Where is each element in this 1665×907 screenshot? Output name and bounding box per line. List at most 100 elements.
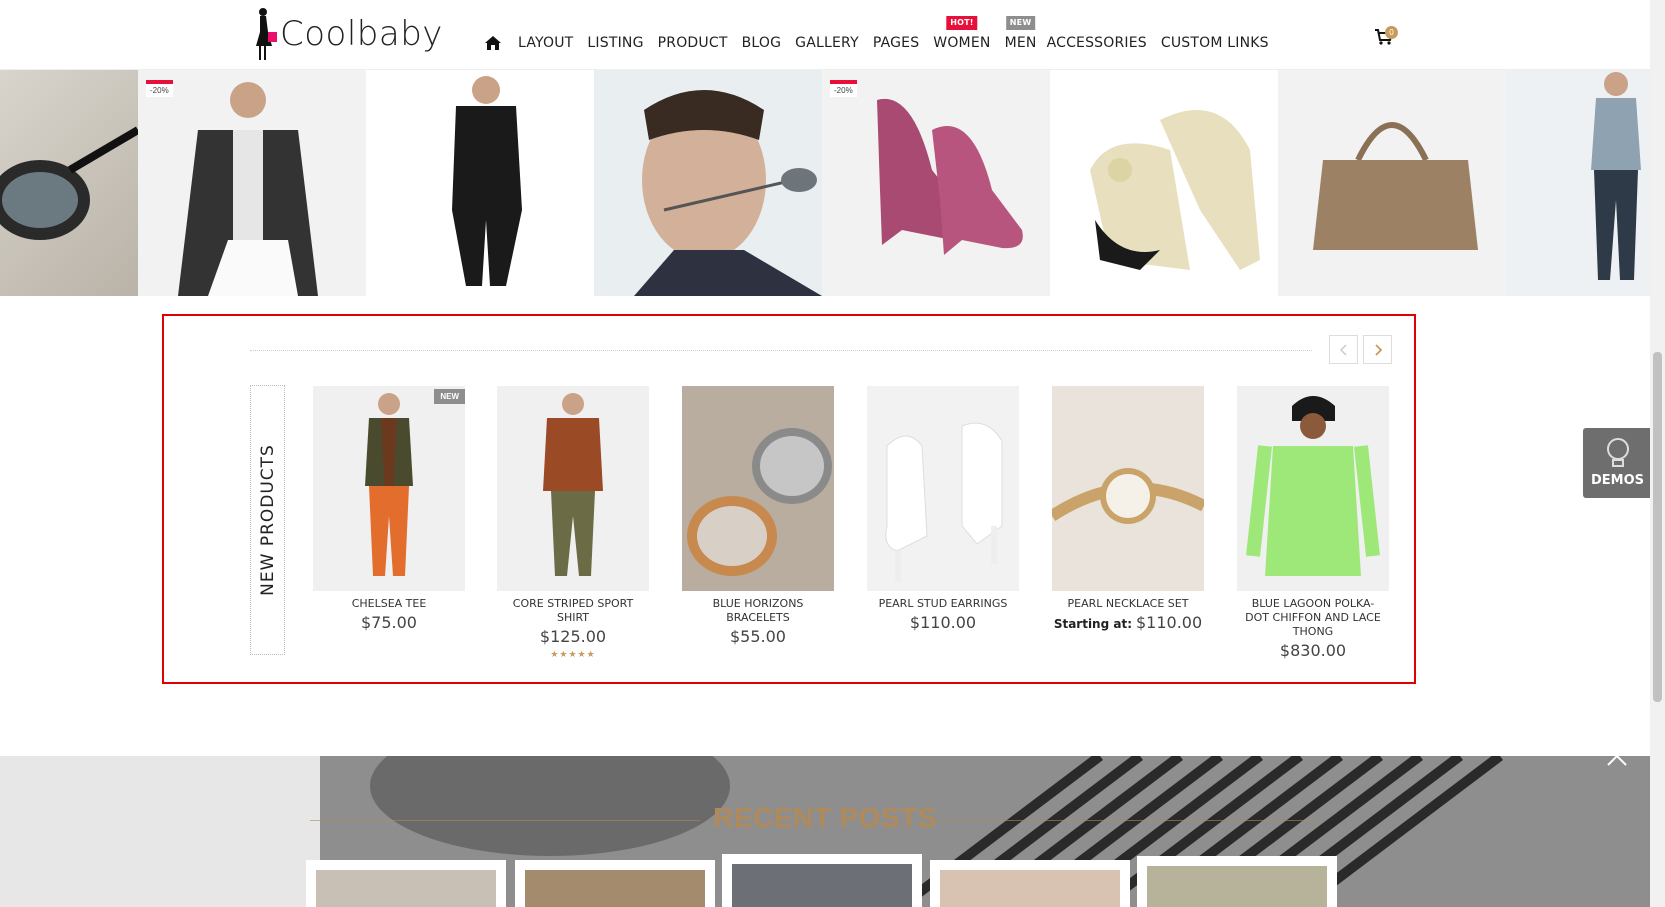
blue-horizons-bracelets-image — [682, 386, 834, 591]
sunglasses-image — [0, 126, 138, 240]
product-name[interactable]: CORE STRIPED SPORT SHIRT — [497, 597, 649, 625]
product-name[interactable]: CHELSEA TEE — [313, 597, 465, 611]
product-card[interactable]: CORE STRIPED SPORT SHIRT $125.00 ★★★★★ — [497, 386, 649, 660]
nav-item-blog[interactable]: BLOG — [742, 35, 782, 51]
product-card[interactable]: BLUE LAGOON POLKA-DOT CHIFFON AND LACE T… — [1237, 386, 1389, 660]
post-card[interactable] — [306, 860, 506, 907]
post-card[interactable] — [930, 860, 1130, 907]
new-products-heading: NEW PRODUCTS — [257, 444, 278, 596]
product-name[interactable]: BLUE HORIZONS BRACELETS — [682, 597, 834, 625]
logo-figure-icon — [256, 8, 277, 60]
product-image[interactable] — [1237, 386, 1389, 591]
prev-button[interactable] — [1329, 335, 1358, 364]
banner-tile-sunglasses[interactable] — [0, 70, 138, 296]
product-card[interactable]: BLUE HORIZONS BRACELETS $55.00 — [682, 386, 834, 646]
cart-count-badge: 0 — [1385, 26, 1398, 39]
banner-tile-man-glasses[interactable] — [594, 70, 822, 296]
product-price: $125.00 — [539, 627, 607, 646]
nav-item-label: WOMEN — [933, 35, 991, 51]
banner-tile-cream-heels[interactable] — [1050, 70, 1278, 296]
logo[interactable]: Coolbaby — [252, 6, 443, 62]
price-prefix: Starting at: — [1053, 617, 1132, 631]
nav-item-product[interactable]: PRODUCT — [658, 35, 728, 51]
nav-item-custom-links[interactable]: CUSTOM LINKS — [1161, 35, 1269, 51]
site-header: Coolbaby LAYOUT LISTING PRODUCT BLOG GAL… — [0, 0, 1650, 70]
banner-tile-denim-man[interactable] — [1506, 70, 1650, 296]
blue-lagoon-thong-image — [1246, 396, 1380, 576]
nav-item-label: LAYOUT — [518, 35, 574, 51]
new-badge: NEW — [1005, 16, 1036, 30]
product-name[interactable]: BLUE LAGOON POLKA-DOT CHIFFON AND LACE T… — [1237, 597, 1389, 639]
rating-stars: ★★★★★ — [550, 649, 596, 659]
recent-posts-section: RECENT POSTS — [0, 756, 1650, 907]
new-badge: NEW — [434, 389, 465, 404]
model-jacket-image — [178, 82, 318, 296]
product-price: $75.00 — [361, 613, 417, 632]
product-name[interactable]: PEARL STUD EARRINGS — [867, 597, 1019, 611]
nav-item-label: ACCESSORIES — [1046, 35, 1147, 51]
post-image — [940, 870, 1120, 907]
product-card[interactable]: PEARL STUD EARRINGS $110.00 — [867, 386, 1019, 632]
nav-item-label: CUSTOM LINKS — [1160, 35, 1269, 51]
post-card[interactable] — [515, 860, 715, 907]
main-nav: LAYOUT LISTING PRODUCT BLOG GALLERY PAGE… — [484, 16, 1283, 52]
product-price: $110.00 — [1136, 613, 1203, 632]
model-denim-image — [1591, 72, 1641, 280]
nav-item-women[interactable]: HOT! WOMEN — [933, 16, 991, 51]
product-price: $830.00 — [1279, 641, 1347, 660]
post-card[interactable] — [1137, 856, 1337, 907]
product-price: $110.00 — [909, 613, 977, 632]
pink-heels-image — [877, 98, 1023, 255]
nav-item-label: GALLERY — [795, 35, 859, 51]
nav-item-label: PRODUCT — [657, 35, 728, 51]
post-image — [1147, 866, 1327, 907]
nav-item-accessories[interactable]: ACCESSORIES — [1047, 35, 1147, 51]
nav-item-label: LISTING — [587, 35, 644, 51]
product-image[interactable] — [1052, 386, 1204, 591]
product-name[interactable]: PEARL NECKLACE SET — [1052, 597, 1204, 611]
pearl-necklace-set-image — [1052, 386, 1204, 591]
logo-text: Coolbaby — [280, 14, 443, 54]
nav-item-label: PAGES — [872, 35, 920, 51]
chevron-right-icon — [1374, 343, 1382, 356]
product-image[interactable]: NEW — [313, 386, 465, 591]
back-to-top-icon[interactable] — [1605, 749, 1629, 773]
chevron-left-icon — [1339, 343, 1347, 356]
post-image — [316, 870, 496, 907]
lightbulb-icon — [1607, 438, 1629, 467]
next-button[interactable] — [1363, 335, 1392, 364]
nav-item-pages[interactable]: PAGES — [873, 35, 919, 51]
section-divider — [250, 350, 1312, 351]
nav-item-listing[interactable]: LISTING — [587, 35, 643, 51]
sale-flag: -20% — [830, 80, 857, 97]
chelsea-tee-image — [365, 393, 413, 576]
recent-posts-title: RECENT POSTS — [713, 802, 937, 833]
new-products-label-box: NEW PRODUCTS — [250, 385, 285, 655]
nav-item-gallery[interactable]: GALLERY — [795, 35, 859, 51]
model-suit-image — [452, 76, 522, 286]
scrollbar-thumb[interactable] — [1653, 352, 1662, 702]
product-image[interactable] — [497, 386, 649, 591]
post-image — [732, 864, 912, 907]
banner-tile-handbag[interactable] — [1278, 70, 1506, 296]
banner-strip: -20% -20% — [0, 70, 1650, 296]
banner-tile-jacket-man[interactable]: -20% — [138, 70, 366, 296]
product-image[interactable] — [682, 386, 834, 591]
nav-item-layout[interactable]: LAYOUT — [518, 35, 573, 51]
nav-item-label: BLOG — [741, 35, 782, 51]
banner-tile-pink-heels[interactable]: -20% — [822, 70, 1050, 296]
model-portrait-image — [634, 90, 822, 296]
post-card[interactable] — [722, 854, 922, 907]
handbag-image — [1313, 122, 1478, 250]
home-icon[interactable] — [484, 34, 502, 52]
banner-tile-suit-man[interactable] — [366, 70, 594, 296]
nav-item-label: MEN — [1004, 35, 1037, 51]
product-card[interactable]: PEARL NECKLACE SET Starting at: $110.00 — [1052, 386, 1204, 632]
page-scrollbar[interactable] — [1650, 0, 1665, 907]
demos-button[interactable]: DEMOS — [1583, 428, 1652, 498]
demos-label: DEMOS — [1590, 473, 1645, 488]
product-image[interactable] — [867, 386, 1019, 591]
product-card[interactable]: NEW CHELSEA TEE $75.00 — [313, 386, 465, 632]
pearl-stud-earrings-image — [885, 422, 1003, 581]
nav-item-men[interactable]: NEW MEN — [1004, 16, 1037, 51]
